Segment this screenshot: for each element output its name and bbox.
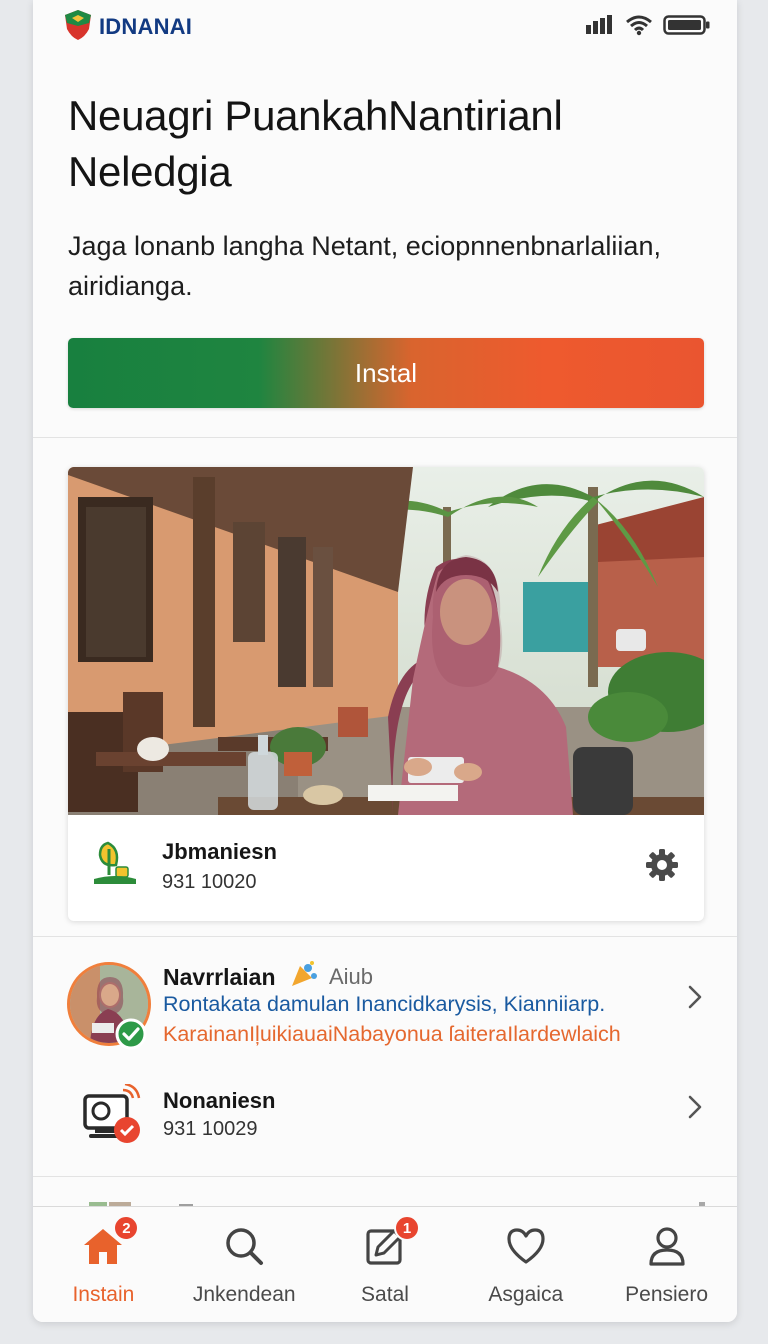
signal-icon (585, 14, 615, 40)
notification-badge: 2 (113, 1215, 140, 1241)
heart-icon (505, 1223, 547, 1269)
gear-icon[interactable] (644, 847, 680, 888)
brand-name: IDNANAI (99, 14, 193, 39)
battery-icon (663, 14, 711, 41)
featured-card[interactable]: Jbmaniesn 931 10020 (68, 467, 704, 921)
install-button[interactable]: Instal (68, 338, 704, 408)
nav-item-favorites[interactable]: Asgaica (455, 1207, 596, 1322)
edit-icon: 1 (364, 1215, 420, 1269)
list-item[interactable]: Navrrlaian Aiub Rontakata damulan Inanci… (33, 958, 737, 1058)
chevron-right-icon[interactable] (687, 984, 703, 1015)
shield-logo-icon (63, 9, 93, 46)
list-item-description: Rontakata damulan Inancidkarysis, Kianni… (163, 992, 606, 1016)
verified-check-icon (115, 1018, 147, 1055)
status-icons (585, 14, 711, 41)
user-icon (647, 1223, 687, 1269)
search-icon (223, 1223, 265, 1269)
page-subtitle-line: airidianga. (68, 271, 193, 301)
status-bar: IDNANAI (63, 9, 711, 46)
list-item-tag: Aiub (329, 964, 374, 989)
page-title: Neuagri PuankahNantirianl Neledgia (68, 88, 707, 200)
nav-item-edit[interactable]: 1 Satal (315, 1207, 456, 1322)
nav-label: Satal (361, 1283, 409, 1306)
divider (33, 936, 737, 937)
nav-item-search[interactable]: Jnkendean (174, 1207, 315, 1322)
page-title-line: Neledgia (68, 148, 232, 195)
nav-label: Instain (72, 1283, 135, 1306)
page-title-line: Neuagri PuankahNantirianl (68, 92, 563, 139)
party-icon (288, 958, 320, 995)
featured-image (68, 467, 704, 815)
list-item-note: KarainanIļuikiauaiNabayonuа ſaiteraIlard… (163, 1022, 621, 1046)
featured-footer: Jbmaniesn 931 10020 (68, 815, 704, 921)
nav-label: Asgaica (488, 1283, 564, 1306)
page-subtitle-line: Jaga lonanb langha Netant, ecioрnnenbnar… (68, 231, 661, 261)
list-item-code: 931 10029 (163, 1118, 258, 1140)
wifi-icon (625, 14, 653, 41)
nav-item-profile[interactable]: Pensiero (596, 1207, 737, 1322)
nav-item-home[interactable]: 2 Instain (33, 1207, 174, 1322)
list-item[interactable]: Nonaniesn 931 10029 (33, 1078, 737, 1158)
nav-label: Jnkendean (192, 1283, 296, 1306)
featured-name: Jbmaniesn (162, 839, 277, 864)
hero: Neuagri PuankahNantirianl Neledgia Jaga … (68, 88, 707, 306)
home-icon: 2 (81, 1215, 140, 1269)
plant-logo-icon (90, 837, 140, 894)
monitor-icon (81, 1082, 145, 1151)
divider (33, 437, 737, 438)
list-item-title: Nonaniesn (163, 1088, 276, 1113)
page-subtitle: Jaga lonanb langha Netant, ecioрnnenbnar… (68, 226, 707, 306)
nav-label: Pensiero (625, 1283, 709, 1306)
notification-badge: 1 (393, 1215, 420, 1241)
brand[interactable]: IDNANAI (63, 9, 192, 46)
list-item-title: Navrrlaian (163, 964, 276, 990)
phone-screen: IDNANAI Neuagri PuankahNantirianl Neledg… (33, 0, 737, 1322)
featured-code: 931 10020 (162, 871, 257, 893)
divider (33, 1176, 737, 1177)
bottom-nav: 2 Instain Jnkendean 1 Satal Asgaica Pens… (33, 1206, 737, 1322)
chevron-right-icon[interactable] (687, 1094, 703, 1125)
